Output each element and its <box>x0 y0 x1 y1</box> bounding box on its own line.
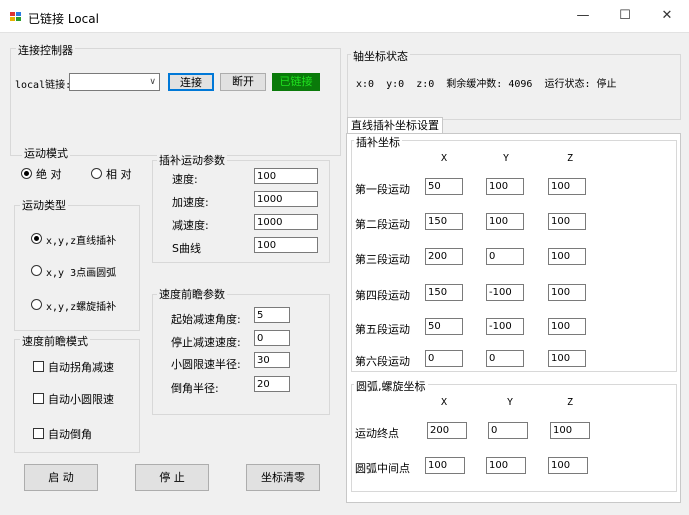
connection-status-badge: 已链接 <box>272 73 320 91</box>
segment-label: 第四段运动 <box>355 289 410 302</box>
segment-y-input[interactable]: 0 <box>486 350 524 367</box>
col-z-header: Z <box>567 153 574 164</box>
segment-z-input[interactable]: 100 <box>548 213 586 230</box>
app-icon <box>10 12 22 22</box>
maximize-button[interactable]: ☐ <box>610 5 640 27</box>
segment-label: 第五段运动 <box>355 323 410 336</box>
arc-point-label: 圆弧中间点 <box>355 462 410 475</box>
absolute-radio[interactable] <box>21 168 32 179</box>
segment-label: 第三段运动 <box>355 253 410 266</box>
speed-input[interactable]: 100 <box>254 168 318 184</box>
helix-interp-label: x,y,z螺旋插补 <box>46 302 117 313</box>
arc-x-input[interactable]: 100 <box>425 457 465 474</box>
connect-button[interactable]: 连接 <box>168 73 214 91</box>
auto-smallcircle-checkbox[interactable] <box>33 393 44 404</box>
auto-corner-checkbox[interactable] <box>33 361 44 372</box>
linear-interp-radio[interactable] <box>31 233 42 244</box>
scurve-label: S曲线 <box>172 242 201 255</box>
segment-x-input[interactable]: 0 <box>425 350 463 367</box>
decel-label: 减速度: <box>172 219 209 232</box>
interp-coords-title: 插补坐标 <box>354 134 402 150</box>
arc-z-input[interactable]: 100 <box>548 457 588 474</box>
arc-point-label: 运动终点 <box>355 427 399 440</box>
decel-input[interactable]: 1000 <box>254 214 318 230</box>
small-circle-radius-input[interactable]: 30 <box>254 352 290 368</box>
segment-x-input[interactable]: 50 <box>425 178 463 195</box>
lookahead-params-title: 速度前瞻参数 <box>157 286 227 302</box>
segment-label: 第二段运动 <box>355 218 410 231</box>
segment-x-input[interactable]: 200 <box>425 248 463 265</box>
segment-y-input[interactable]: 100 <box>486 213 524 230</box>
minimize-button[interactable]: — <box>568 5 598 27</box>
segment-x-input[interactable]: 150 <box>425 284 463 301</box>
auto-corner-label: 自动拐角减速 <box>48 361 114 374</box>
title-bar: 已链接 Local — ☐ ✕ <box>0 0 689 33</box>
linear-interp-label: x,y,z直线插补 <box>46 236 117 247</box>
col-y-header: Y <box>503 153 510 164</box>
axis-status-title: 轴坐标状态 <box>351 48 410 64</box>
arc-col-x-header: X <box>441 397 448 408</box>
segment-z-input[interactable]: 100 <box>548 284 586 301</box>
accel-input[interactable]: 1000 <box>254 191 318 207</box>
segment-z-input[interactable]: 100 <box>548 318 586 335</box>
connect-group-title: 连接控制器 <box>16 42 75 58</box>
auto-chamfer-checkbox[interactable] <box>33 428 44 439</box>
chamfer-radius-label: 倒角半径: <box>171 382 219 395</box>
start-button[interactable]: 启 动 <box>24 464 98 491</box>
speed-label: 速度: <box>172 173 198 186</box>
window-title: 已链接 Local <box>28 12 99 26</box>
segment-z-input[interactable]: 100 <box>548 350 586 367</box>
segment-y-input[interactable]: 0 <box>486 248 524 265</box>
segment-x-input[interactable]: 50 <box>425 318 463 335</box>
auto-smallcircle-label: 自动小圆限速 <box>48 393 114 406</box>
arc-col-y-header: Y <box>507 397 514 408</box>
arc-z-input[interactable]: 100 <box>550 422 590 439</box>
segment-x-input[interactable]: 150 <box>425 213 463 230</box>
connect-group <box>10 48 341 156</box>
absolute-label: 绝 对 <box>36 168 62 181</box>
motion-type-title: 运动类型 <box>20 197 68 213</box>
segment-label: 第六段运动 <box>355 355 410 368</box>
col-x-header: X <box>441 153 448 164</box>
segment-label: 第一段运动 <box>355 183 410 196</box>
arc3-radio[interactable] <box>31 265 42 276</box>
arc-x-input[interactable]: 200 <box>427 422 467 439</box>
helix-interp-radio[interactable] <box>31 299 42 310</box>
interp-params-title: 插补运动参数 <box>157 152 227 168</box>
stop-button[interactable]: 停 止 <box>135 464 209 491</box>
stop-decel-speed-label: 停止减速速度: <box>171 336 241 349</box>
lookahead-mode-title: 速度前瞻模式 <box>20 333 90 349</box>
scurve-input[interactable]: 100 <box>254 237 318 253</box>
segment-z-input[interactable]: 100 <box>548 248 586 265</box>
relative-radio[interactable] <box>91 168 102 179</box>
local-link-select[interactable]: ∨ <box>69 73 160 91</box>
segment-y-input[interactable]: -100 <box>486 284 524 301</box>
zero-coordinates-button[interactable]: 坐标清零 <box>246 464 320 491</box>
tab-linear-coords[interactable]: 直线插补坐标设置 <box>347 117 443 134</box>
close-button[interactable]: ✕ <box>652 5 682 27</box>
start-decel-angle-label: 起始减速角度: <box>171 313 241 326</box>
small-circle-radius-label: 小圆限速半径: <box>171 358 241 371</box>
chamfer-radius-input[interactable]: 20 <box>254 376 290 392</box>
chevron-down-icon: ∨ <box>149 77 156 87</box>
motion-mode-title: 运动模式 <box>22 145 70 161</box>
segment-y-input[interactable]: 100 <box>486 178 524 195</box>
arc-coords-title: 圆弧,螺旋坐标 <box>354 378 428 394</box>
local-link-label: local链接: <box>15 80 72 91</box>
start-decel-angle-input[interactable]: 5 <box>254 307 290 323</box>
axis-status-text: x:0 y:0 z:0 剩余缓冲数: 4096 运行状态: 停止 <box>356 79 617 90</box>
segment-z-input[interactable]: 100 <box>548 178 586 195</box>
accel-label: 加速度: <box>172 196 209 209</box>
stop-decel-speed-input[interactable]: 0 <box>254 330 290 346</box>
arc-col-z-header: Z <box>567 397 574 408</box>
disconnect-button[interactable]: 断开 <box>220 73 266 91</box>
segment-y-input[interactable]: -100 <box>486 318 524 335</box>
arc-y-input[interactable]: 0 <box>488 422 528 439</box>
relative-label: 相 对 <box>106 168 132 181</box>
arc3-label: x,y 3点画圆弧 <box>46 268 117 279</box>
auto-chamfer-label: 自动倒角 <box>48 428 92 441</box>
arc-y-input[interactable]: 100 <box>486 457 526 474</box>
